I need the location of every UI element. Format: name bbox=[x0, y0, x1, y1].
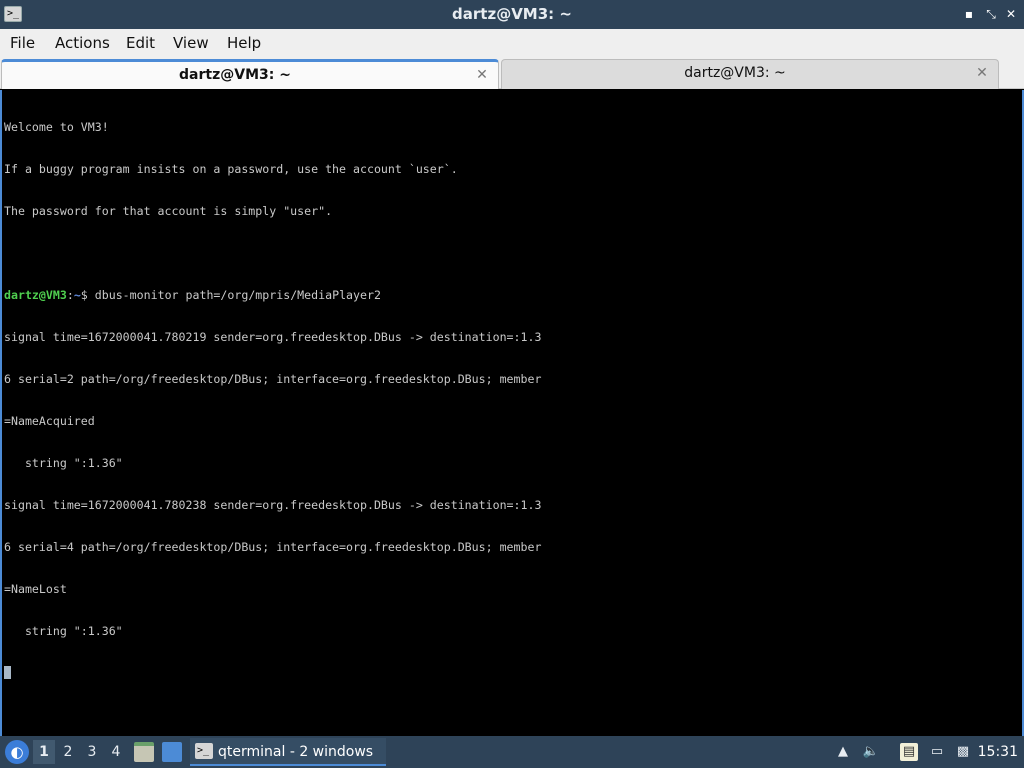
volume-icon[interactable]: 🔈 bbox=[862, 743, 880, 761]
window-title: dartz@VM3: ~ bbox=[452, 5, 572, 23]
prompt-path: ~ bbox=[73, 288, 81, 302]
update-notifier-icon[interactable]: ▩ bbox=[954, 743, 972, 761]
terminal-line: =NameAcquired bbox=[4, 414, 95, 428]
tray-up-arrow-icon[interactable]: ▲ bbox=[834, 743, 852, 761]
menu-help[interactable]: Help bbox=[227, 29, 261, 57]
desktop-1-button[interactable]: 1 bbox=[33, 740, 55, 764]
clock[interactable]: 15:31 bbox=[978, 736, 1018, 768]
network-icon[interactable]: ▭ bbox=[928, 743, 946, 761]
tab-bar: dartz@VM3: ~ ✕ dartz@VM3: ~ ✕ bbox=[0, 57, 1024, 89]
task-label: qterminal - 2 windows bbox=[218, 744, 374, 760]
terminal-line: The password for that account is simply … bbox=[4, 204, 333, 218]
maximize-icon[interactable]: ⤡ bbox=[984, 7, 998, 21]
menu-actions[interactable]: Actions bbox=[55, 29, 110, 57]
terminal-line: signal time=1672000041.780219 sender=org… bbox=[4, 330, 542, 344]
terminal-line: =NameLost bbox=[4, 582, 67, 596]
desktop-4-button[interactable]: 4 bbox=[105, 740, 127, 764]
tab-2[interactable]: dartz@VM3: ~ ✕ bbox=[501, 59, 999, 89]
terminal-line: 6 serial=2 path=/org/freedesktop/DBus; i… bbox=[4, 372, 542, 386]
show-desktop-icon[interactable] bbox=[162, 742, 182, 762]
desktop-2-button[interactable]: 2 bbox=[57, 740, 79, 764]
file-manager-icon[interactable] bbox=[134, 742, 154, 762]
prompt-line: dartz@VM3:~$ dbus-monitor path=/org/mpri… bbox=[4, 288, 541, 302]
tab-label: dartz@VM3: ~ bbox=[179, 67, 291, 83]
tab-label: dartz@VM3: ~ bbox=[684, 65, 786, 81]
minimize-icon[interactable]: ▪ bbox=[962, 7, 976, 21]
terminal-line: string ":1.36" bbox=[4, 456, 123, 470]
prompt-symbol: $ bbox=[80, 288, 95, 302]
prompt-separator: : bbox=[66, 288, 74, 302]
terminal-task-icon: >_ bbox=[195, 743, 213, 759]
taskbar-task-qterminal[interactable]: >_ qterminal - 2 windows bbox=[190, 738, 386, 766]
terminal-line: 6 serial=4 path=/org/freedesktop/DBus; i… bbox=[4, 540, 542, 554]
terminal-output: Welcome to VM3! If a buggy program insis… bbox=[4, 92, 541, 708]
cursor-line bbox=[4, 666, 541, 680]
taskbar: ◐ 1 2 3 4 >_ qterminal - 2 windows ▲ 🔈 ▤… bbox=[0, 736, 1024, 768]
clipboard-icon[interactable]: ▤ bbox=[900, 743, 918, 761]
text-cursor bbox=[4, 666, 11, 679]
start-menu-icon[interactable]: ◐ bbox=[5, 740, 29, 764]
terminal-line: Welcome to VM3! bbox=[4, 120, 109, 134]
terminal-line: string ":1.36" bbox=[4, 624, 123, 638]
terminal-view[interactable]: Welcome to VM3! If a buggy program insis… bbox=[0, 90, 1024, 736]
tab-1[interactable]: dartz@VM3: ~ ✕ bbox=[1, 59, 499, 89]
menu-edit[interactable]: Edit bbox=[126, 29, 155, 57]
prompt-user: dartz@VM3 bbox=[4, 288, 67, 302]
terminal-line: signal time=1672000041.780238 sender=org… bbox=[4, 498, 542, 512]
menu-view[interactable]: View bbox=[173, 29, 209, 57]
terminal-line: If a buggy program insists on a password… bbox=[4, 162, 458, 176]
tab-close-icon[interactable]: ✕ bbox=[974, 65, 990, 81]
desktop-3-button[interactable]: 3 bbox=[81, 740, 103, 764]
menu-bar: File Actions Edit View Help bbox=[0, 29, 1024, 57]
menu-file[interactable]: File bbox=[10, 29, 35, 57]
window-titlebar[interactable]: >_ dartz@VM3: ~ ▪ ⤡ ✕ bbox=[0, 0, 1024, 29]
close-icon[interactable]: ✕ bbox=[1004, 7, 1018, 21]
prompt-command: dbus-monitor path=/org/mpris/MediaPlayer… bbox=[94, 288, 381, 302]
tab-close-icon[interactable]: ✕ bbox=[474, 67, 490, 83]
